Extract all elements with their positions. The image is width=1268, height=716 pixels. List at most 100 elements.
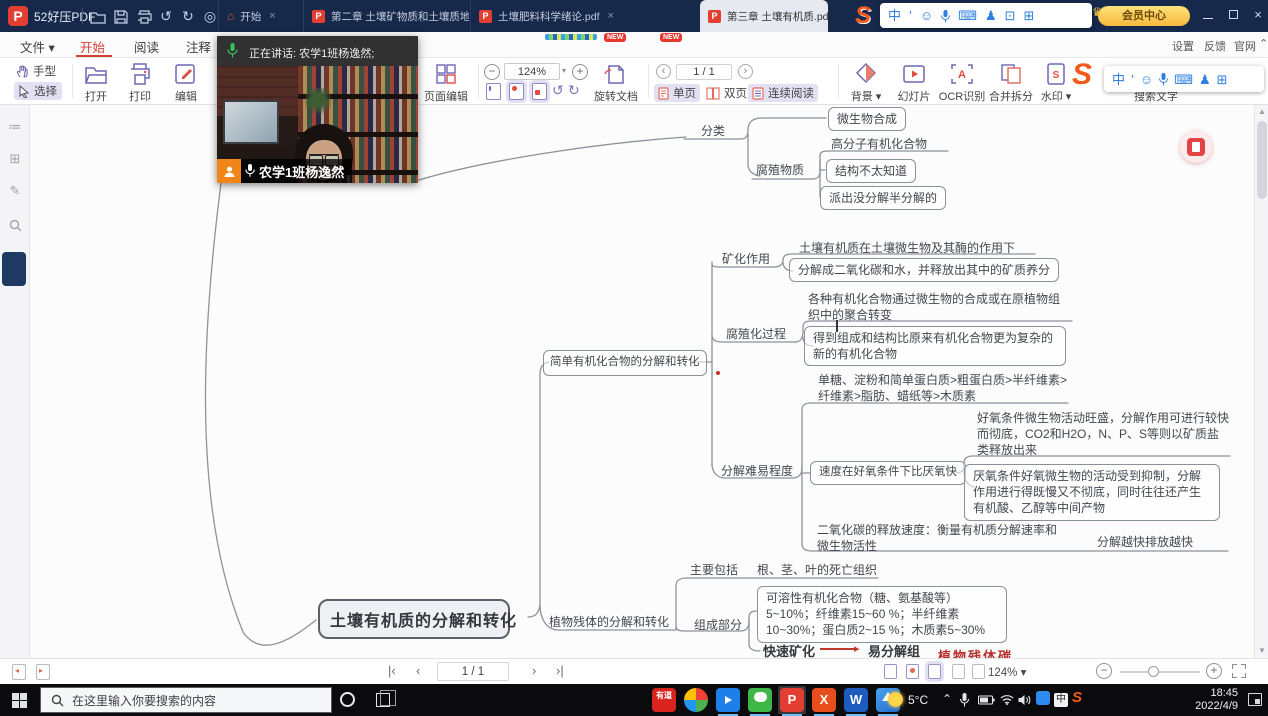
sogou-keyboard-icon[interactable]: ⌨ <box>1174 73 1193 86</box>
mindmap-node-plant-residue[interactable]: 植物残体的分解和转化 <box>549 613 669 630</box>
mindmap-node-co2-note[interactable]: 分解越快排放越快 <box>1097 533 1193 550</box>
sogou-input-toolbar[interactable]: 中 ’ ☺ ⌨ ♟ ⊞ <box>1104 66 1264 92</box>
vertical-scrollbar[interactable]: ▲ ▼ <box>1254 105 1268 658</box>
tab-intro[interactable]: P 土壤肥料科学绪论.pdf × <box>470 0 698 32</box>
tray-ime-icon[interactable]: 中 <box>1054 691 1068 707</box>
taskbar-app-360[interactable] <box>684 688 708 712</box>
sogou-input-toolbar[interactable]: 中 ’ ☺ ⌨ ♟ ⊡ ⊞ <box>880 3 1092 28</box>
ocr-button[interactable]: A OCR识别 <box>938 62 986 104</box>
fit-width-icon[interactable] <box>884 664 897 679</box>
mindmap-node-mineralization-condition[interactable]: 土壤有机质在土壤微生物及其酶的作用下 <box>799 239 1015 256</box>
mindmap-red-annotation[interactable]: 植物残体碳 <box>938 646 1013 658</box>
zoom-out-button[interactable]: − <box>484 64 500 80</box>
previous-page-button[interactable]: ‹ <box>416 663 420 678</box>
mindmap-node-composition[interactable]: 可溶性有机化合物（糖、氨基酸等）5~10%；纤维素15~60 %；半纤维素10~… <box>757 586 1007 643</box>
mindmap-node-speed[interactable]: 速度在好氧条件下比厌氧快 <box>810 461 966 485</box>
tab-home[interactable]: ⌂ 开始 × <box>218 0 302 32</box>
cortana-button[interactable] <box>340 692 355 707</box>
mindmap-node-classification[interactable]: 分类 <box>701 122 725 139</box>
sogou-keyboard-icon[interactable]: ⌨ <box>958 9 977 22</box>
clock[interactable]: 18:45 2022/4/9 <box>1168 687 1238 713</box>
vip-member-button[interactable]: ♛ 会员中心 <box>1098 6 1190 26</box>
mindmap-node-aerobic[interactable]: 好氧条件微生物活动旺盛，分解作用可进行较快而彻底，CO2和H2O，N、P、S等则… <box>977 410 1229 459</box>
taskbar-search-input[interactable]: 在这里输入你要搜索的内容 <box>40 687 332 713</box>
weather-sun-icon[interactable] <box>888 692 903 707</box>
open-button[interactable]: 打开 <box>76 62 116 104</box>
sogou-chinese-mode-icon[interactable]: 中 <box>888 9 901 22</box>
taskbar-app-youdao[interactable]: 有道 <box>652 688 676 712</box>
single-column-icon[interactable] <box>952 664 965 679</box>
two-column-icon[interactable] <box>972 664 985 679</box>
sogou-chinese-mode-icon[interactable]: 中 <box>1112 73 1125 86</box>
sogou-grid-icon[interactable]: ⊞ <box>1217 73 1228 86</box>
mindmap-node-simple-compounds[interactable]: 简单有机化合物的分解和转化 <box>543 350 707 376</box>
mindmap-node-polymer[interactable]: 高分子有机化合物 <box>831 135 927 152</box>
annotation-list-icon[interactable]: ✎ <box>7 183 23 199</box>
background-button[interactable]: 背景 ▾ <box>845 62 887 104</box>
grid-view-icon[interactable]: ⊞ <box>7 151 23 167</box>
sogou-mic-icon[interactable] <box>1159 72 1168 86</box>
search-icon[interactable] <box>7 217 23 233</box>
mindmap-node-anaerobic[interactable]: 厌氧条件好氧微生物的活动受到抑制，分解作用进行得既慢又不彻底，同时往往还产生有机… <box>964 464 1220 521</box>
next-view-icon[interactable] <box>36 664 50 680</box>
home-circle-icon[interactable]: ◎ <box>200 6 220 26</box>
mindmap-node-humification[interactable]: 腐殖化过程 <box>726 325 786 342</box>
sogou-skin-icon[interactable]: ⊡ <box>1005 9 1016 22</box>
tray-volume-icon[interactable] <box>1018 692 1031 706</box>
tray-mic-icon[interactable] <box>960 692 969 707</box>
task-view-button[interactable] <box>376 693 390 707</box>
merge-split-button[interactable]: 合并拆分 <box>986 62 1036 104</box>
menu-annotate[interactable]: 注释 <box>186 37 211 56</box>
open-file-icon[interactable] <box>88 6 108 26</box>
mindmap-node-includes-label[interactable]: 主要包括 <box>690 561 738 578</box>
fit-page-toggle[interactable] <box>509 83 524 100</box>
tray-meeting-icon[interactable] <box>1036 691 1050 708</box>
tab-chapter3-active[interactable]: P 第三章 土壤有机质.pdf × <box>700 0 828 32</box>
mindmap-node-decomposition-order[interactable]: 单糖、淀粉和简单蛋白质>粗蛋白质>半纤维素>纤维素>脂肪、蜡纸等>木质素 <box>818 372 1070 404</box>
edit-button[interactable]: 编辑 <box>166 62 206 104</box>
mindmap-node-composition-label[interactable]: 组成部分 <box>694 616 742 633</box>
mindmap-node-undecomposed[interactable]: 派出没分解半分解的 <box>820 186 946 210</box>
sogou-grid-icon[interactable]: ⊞ <box>1024 9 1035 22</box>
taskbar-app-xmind[interactable]: X <box>812 688 836 712</box>
menu-start[interactable]: 开始 <box>80 37 105 56</box>
mindmap-node-humus[interactable]: 腐殖物质 <box>756 161 804 178</box>
print-button[interactable]: 打印 <box>120 62 160 104</box>
tray-sogou-icon[interactable]: S <box>1072 689 1082 706</box>
previous-page-button[interactable]: ‹ <box>656 64 671 79</box>
sogou-account-icon[interactable]: ♟ <box>1199 73 1211 86</box>
fullscreen-icon[interactable] <box>1232 664 1246 678</box>
start-button[interactable] <box>12 693 27 708</box>
mindmap-node-mineralization-result[interactable]: 分解成二氧化碳和水，并释放出其中的矿质养分 <box>789 258 1059 282</box>
pdf-page-canvas[interactable]: 微生物合成 分类 高分子有机化合物 腐殖物质 结构不太知道 派出没分解半分解的 … <box>30 105 1254 658</box>
mindmap-node-easy-group[interactable]: 易分解组 <box>868 641 920 658</box>
rotate-left-icon[interactable]: ↺ <box>552 82 564 99</box>
restore-button[interactable] <box>1221 0 1245 30</box>
mindmap-node-fast-mineralization[interactable]: 快速矿化 <box>763 641 815 658</box>
tray-battery-icon[interactable] <box>978 692 995 706</box>
page-number-box[interactable]: 1 / 1 <box>437 662 509 681</box>
mindmap-node-microbial-synthesis[interactable]: 微生物合成 <box>828 107 906 131</box>
zoom-slider-knob[interactable] <box>1148 666 1159 677</box>
sogou-punctuation-icon[interactable]: ’ <box>1131 73 1134 86</box>
zoom-percentage[interactable]: 124% ▾ <box>988 665 1026 679</box>
menu-settings[interactable]: 设置 <box>1172 38 1194 54</box>
mindmap-node-co2-release[interactable]: 二氧化碳的释放速度：衡量有机质分解速率和微生物活性 <box>817 522 1057 554</box>
tab-chapter2[interactable]: P 第二章 土壤矿物质和土壤质地.pdf × <box>303 0 469 32</box>
zoom-in-button[interactable]: + <box>1206 663 1222 679</box>
single-page-mode[interactable]: 单页 <box>654 84 700 102</box>
scroll-down-arrow[interactable]: ▼ <box>1255 644 1268 658</box>
mindmap-node-humification-result[interactable]: 得到组成和结构比原来有机化合物更为复杂的新的有机化合物 <box>804 326 1066 366</box>
collapse-ribbon-icon[interactable]: ⌃ <box>1259 37 1268 50</box>
mindmap-node-difficulty[interactable]: 分解难易程度 <box>721 462 793 479</box>
menu-file[interactable]: 文件 ▾ <box>20 37 55 56</box>
zoom-in-button[interactable]: + <box>572 64 588 80</box>
mindmap-node-includes[interactable]: 根、茎、叶的死亡组织 <box>757 561 877 578</box>
video-call-overlay[interactable]: 正在讲话: 农学1班杨逸然; 农学1班杨逸然 <box>217 36 418 183</box>
next-page-button[interactable]: › <box>532 663 536 678</box>
menu-feedback[interactable]: 反馈 <box>1204 38 1226 54</box>
sogou-account-icon[interactable]: ♟ <box>985 9 997 22</box>
zoom-out-button[interactable]: − <box>1096 663 1112 679</box>
select-tool[interactable]: 选择 <box>14 82 62 100</box>
sogou-emoji-icon[interactable]: ☺ <box>920 9 933 22</box>
